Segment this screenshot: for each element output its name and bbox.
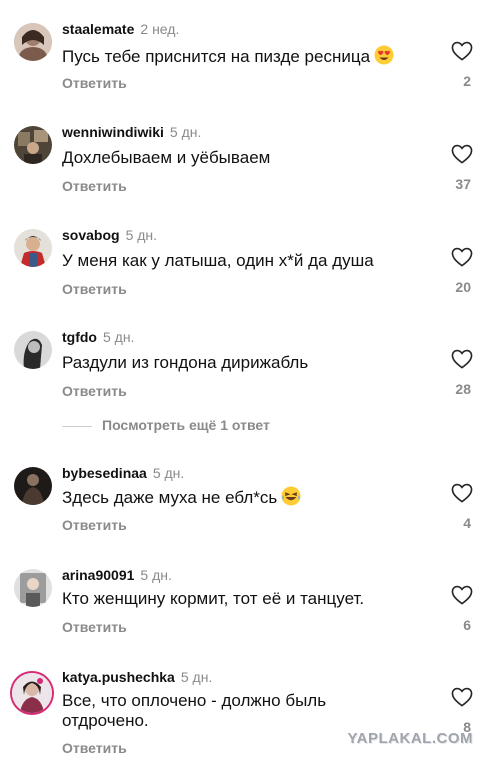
comment-text: Раздули из гондона дирижабль [62,353,309,372]
comment-text: У меня как у латыша, один х*й да душа [62,251,374,270]
avatar[interactable] [14,229,52,267]
timestamp: 5 дн. [102,329,135,345]
like-heart-icon[interactable] [451,687,473,707]
timestamp: 5 дн. [125,227,158,243]
timestamp: 5 дн. [152,465,185,481]
comment-meta: sovabog 5 дн. [62,227,157,243]
watermark: YAPLAKAL.COM [347,730,473,747]
username[interactable]: staalemate [62,21,134,37]
comment-text: Кто женщину кормит, тот её и танцует. [62,589,365,608]
view-more-replies-button[interactable]: Посмотреть ещё 1 ответ [102,417,270,433]
like-count: 20 [455,279,471,295]
comment-text-content: Здесь даже муха не ебл*сь [62,488,278,507]
username[interactable]: tgfdo [62,329,97,345]
avatar[interactable] [14,331,52,369]
timestamp: 5 дн. [180,669,213,685]
comment-meta: katya.pushechka 5 дн. [62,669,212,685]
username[interactable]: wenniwindiwiki [62,124,164,140]
username[interactable]: arina90091 [62,567,134,583]
reply-button[interactable]: Ответить [62,517,127,533]
like-count: 4 [463,515,471,531]
timestamp: 2 нед. [140,21,180,37]
username[interactable]: sovabog [62,227,120,243]
avatar[interactable] [14,126,52,164]
comment-meta: arina90091 5 дн. [62,567,172,583]
like-heart-icon[interactable] [451,247,473,267]
reply-button[interactable]: Ответить [62,383,127,399]
reply-button[interactable]: Ответить [62,281,127,297]
timestamp: 5 дн. [169,124,202,140]
comment-text: Дохлебываем и уёбываем [62,148,271,167]
reply-button[interactable]: Ответить [62,619,127,635]
avatar[interactable] [14,569,52,607]
avatar[interactable] [14,23,52,61]
avatar-story-ring[interactable] [12,673,52,713]
replies-divider [62,426,92,427]
like-heart-icon[interactable] [451,41,473,61]
like-heart-icon[interactable] [451,483,473,503]
comment-text-content: Пусь тебе приснится на пизде ресница [62,47,371,66]
comment-text: Здесь даже муха не ебл*сь [62,486,432,508]
username[interactable]: bybesedinaa [62,465,147,481]
like-count: 2 [463,73,471,89]
reply-button[interactable]: Ответить [62,740,127,756]
comment-meta: wenniwindiwiki 5 дн. [62,124,201,140]
like-count: 37 [455,176,471,192]
comment-text: Пусь тебе приснится на пизде ресница [62,45,432,67]
comment-text: Все, что оплочено - должно быль отдрочен… [62,691,327,730]
comment-meta: bybesedinaa 5 дн. [62,465,184,481]
comment-meta: staalemate 2 нед. [62,21,179,37]
heart-eyes-emoji-icon [374,45,394,65]
like-count: 6 [463,617,471,633]
username[interactable]: katya.pushechka [62,669,175,685]
laughing-emoji-icon [281,486,301,506]
like-heart-icon[interactable] [451,349,473,369]
avatar[interactable] [14,467,52,505]
reply-button[interactable]: Ответить [62,75,127,91]
like-heart-icon[interactable] [451,585,473,605]
reply-button[interactable]: Ответить [62,178,127,194]
like-heart-icon[interactable] [451,144,473,164]
comment-meta: tgfdo 5 дн. [62,329,134,345]
timestamp: 5 дн. [140,567,172,583]
like-count: 28 [455,381,471,397]
